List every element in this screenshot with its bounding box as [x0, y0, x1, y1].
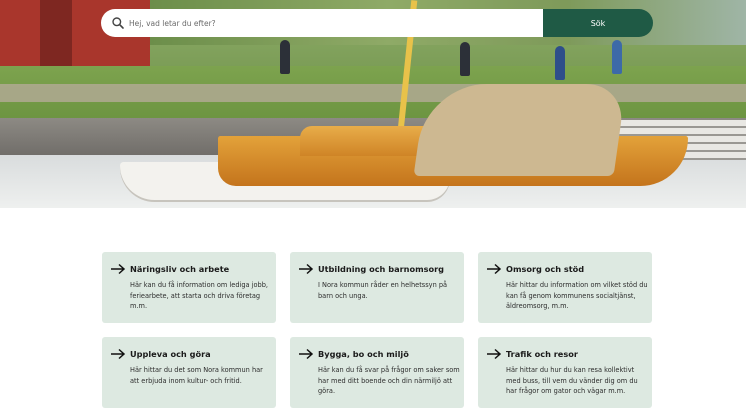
card-description: I Nora kommun råder en helhetssyn på bar…: [318, 281, 448, 300]
card-utbildning[interactable]: Utbildning och barnomsorg I Nora kommun …: [290, 252, 464, 323]
search-icon: [112, 17, 124, 29]
hero-path: [0, 84, 746, 102]
card-naringsliv[interactable]: Näringsliv och arbete Här kan du få info…: [102, 252, 276, 323]
hero-person: [280, 40, 290, 74]
card-description: Här hittar du hur du kan resa kollektivt…: [506, 366, 638, 395]
hero-boat-canvas: [413, 84, 627, 176]
search-bar: Sök: [101, 9, 653, 37]
card-omsorg[interactable]: Omsorg och stöd Här hittar du informatio…: [478, 252, 652, 323]
search-input[interactable]: [129, 9, 539, 37]
card-description: Här kan du få information om lediga jobb…: [130, 281, 269, 310]
search-button[interactable]: Sök: [543, 9, 653, 37]
arrow-right-icon: [111, 348, 126, 360]
card-bygga[interactable]: Bygga, bo och miljö Här kan du få svar p…: [290, 337, 464, 408]
arrow-right-icon: [487, 263, 502, 275]
card-uppleva[interactable]: Uppleva och göra Här hittar du det som N…: [102, 337, 276, 408]
card-title: Näringsliv och arbete: [130, 264, 230, 274]
card-title: Trafik och resor: [506, 349, 578, 359]
card-description: Här kan du få svar på frågor om saker so…: [318, 366, 460, 395]
hero-person: [460, 42, 470, 76]
arrow-right-icon: [299, 348, 314, 360]
card-description: Här hittar du information om vilket stöd…: [506, 281, 648, 310]
hero-person: [555, 46, 565, 80]
card-title: Utbildning och barnomsorg: [318, 264, 445, 274]
hero-person: [612, 40, 622, 74]
card-trafik[interactable]: Trafik och resor Här hittar du hur du ka…: [478, 337, 652, 408]
card-title: Uppleva och göra: [130, 349, 211, 359]
card-title: Omsorg och stöd: [506, 264, 585, 274]
arrow-right-icon: [487, 348, 502, 360]
card-title: Bygga, bo och miljö: [318, 349, 409, 359]
search-field-container[interactable]: [101, 9, 543, 37]
arrow-right-icon: [111, 263, 126, 275]
card-description: Här hittar du det som Nora kommun har at…: [130, 366, 263, 385]
arrow-right-icon: [299, 263, 314, 275]
